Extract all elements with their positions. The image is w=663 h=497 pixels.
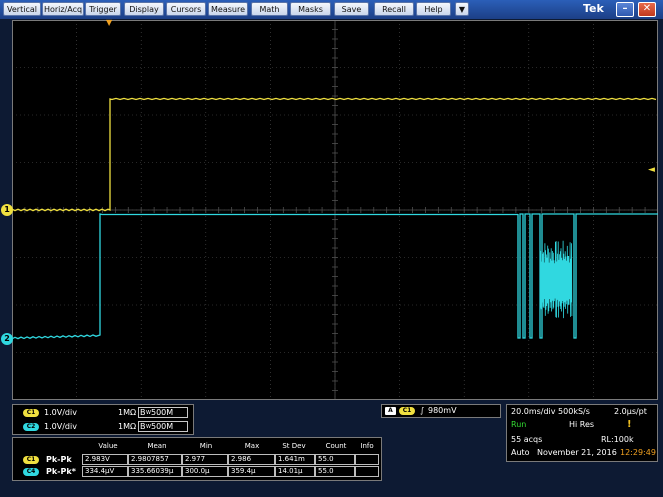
acq-count: 55 acqs — [511, 435, 543, 444]
meas1-info — [355, 454, 379, 465]
ch1-bandwidth: B W 500M — [138, 407, 188, 418]
waveform-display[interactable] — [12, 20, 658, 400]
meas2-mean: 335.66039µ — [128, 466, 182, 477]
col-header-count: Count — [325, 442, 347, 450]
menu-help[interactable]: Help — [416, 2, 451, 16]
trigger-level-value: 980mV — [428, 406, 457, 415]
meas2-value: 334.4µV — [82, 466, 128, 477]
col-header-min: Min — [199, 442, 213, 450]
acquisition-readout[interactable]: 20.0ms/div 500kS/s 2.0µs/pt Run Hi Res !… — [506, 404, 658, 462]
menu-vertical[interactable]: Vertical — [3, 2, 41, 16]
ch2-bandwidth: B W 500M — [138, 421, 188, 432]
col-header-max: Max — [244, 442, 260, 450]
meas1-stdev: 1.641m — [275, 454, 315, 465]
menu-bar: Vertical Horiz/Acq Trigger Display Curso… — [0, 0, 663, 19]
meas2-min: 300.0µ — [182, 466, 228, 477]
col-header-info: Info — [360, 442, 374, 450]
record-length: RL:100k — [601, 435, 634, 444]
run-state: Run — [511, 420, 527, 429]
minimize-button[interactable]: – — [616, 2, 634, 17]
ch2-ground-marker[interactable]: 2 — [1, 333, 13, 345]
meas1-count: 55.0 — [315, 454, 355, 465]
meas2-name[interactable]: Pk-Pk* — [46, 467, 76, 476]
meas1-min: 2.977 — [182, 454, 228, 465]
brand-logo: Tek — [583, 2, 604, 15]
waveform-svg — [12, 20, 658, 400]
meas2-count: 55.0 — [315, 466, 355, 477]
menu-save[interactable]: Save — [334, 2, 369, 16]
trigger-position-marker[interactable]: ▼ — [106, 18, 112, 27]
acq-mode: Hi Res — [569, 420, 595, 429]
trigger-mode: Auto — [511, 448, 530, 457]
ch2-burst — [539, 240, 573, 319]
trigger-mode-badge: A — [385, 407, 396, 415]
meas1-source-badge: C1 — [23, 456, 39, 464]
col-header-stdev: St Dev — [282, 442, 306, 450]
menu-cursors[interactable]: Cursors — [166, 2, 206, 16]
clock-time: 12:29:49 — [620, 448, 656, 457]
trigger-slope-icon: ∫ — [420, 406, 425, 415]
acq-marker-icon: ! — [627, 419, 632, 430]
time-per-point: 2.0µs/pt — [614, 407, 647, 416]
menu-masks[interactable]: Masks — [290, 2, 331, 16]
meas2-max: 359.4µ — [228, 466, 275, 477]
meas1-value: 2.983V — [82, 454, 128, 465]
menu-dropdown-button[interactable]: ▼ — [455, 2, 469, 16]
menu-horiz-acq[interactable]: Horiz/Acq — [42, 2, 84, 16]
channel-settings-panel: C1 1.0V/div 1MΩ B W 500M C2 1.0V/div 1MΩ… — [12, 404, 194, 435]
ch1-volts-per-div[interactable]: 1.0V/div — [44, 408, 77, 417]
ch2-volts-per-div[interactable]: 1.0V/div — [44, 422, 77, 431]
col-header-mean: Mean — [147, 442, 167, 450]
trigger-source-badge: C1 — [399, 407, 415, 415]
meas2-stdev: 14.01µ — [275, 466, 315, 477]
menu-trigger[interactable]: Trigger — [85, 2, 121, 16]
ch2-impedance: 1MΩ — [118, 422, 137, 431]
ch1-badge[interactable]: C1 — [23, 409, 39, 417]
date: November 21, 2016 — [537, 448, 617, 457]
ch2-badge[interactable]: C2 — [23, 423, 39, 431]
measurement-panel: Value Mean Min Max St Dev Count Info C1 … — [12, 437, 382, 481]
trigger-readout[interactable]: A C1 ∫ 980mV — [381, 404, 501, 418]
ch1-ground-marker[interactable]: 1 — [1, 204, 13, 216]
meas1-name[interactable]: Pk-Pk — [46, 455, 72, 464]
menu-math[interactable]: Math — [251, 2, 288, 16]
ch1-impedance: 1MΩ — [118, 408, 137, 417]
meas1-mean: 2.9807857 — [128, 454, 182, 465]
trigger-level-marker[interactable]: ◄ — [648, 165, 655, 175]
menu-measure[interactable]: Measure — [208, 2, 248, 16]
meas1-max: 2.986 — [228, 454, 275, 465]
close-button[interactable]: ✕ — [638, 2, 656, 17]
col-header-value: Value — [98, 442, 118, 450]
timebase: 20.0ms/div 500kS/s — [511, 407, 590, 416]
menu-recall[interactable]: Recall — [374, 2, 414, 16]
meas2-source-badge: C4 — [23, 468, 39, 476]
menu-display[interactable]: Display — [124, 2, 164, 16]
meas2-info — [355, 466, 379, 477]
